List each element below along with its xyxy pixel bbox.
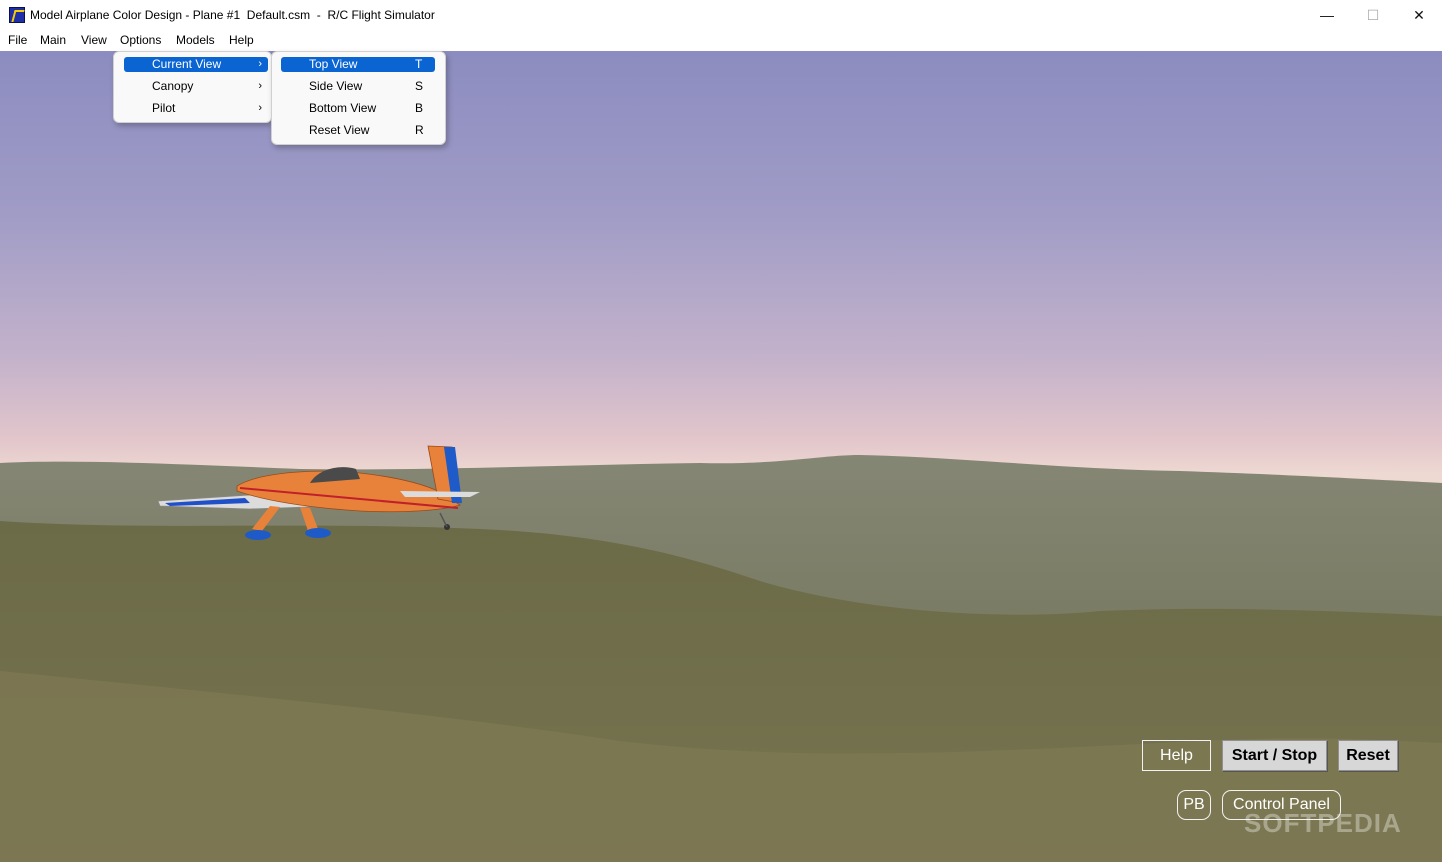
menu-item-label: Top View	[309, 57, 358, 71]
menu-item-label: Bottom View	[309, 101, 377, 115]
simulator-viewport[interactable]: Help Start / Stop Reset PB Control Panel	[0, 51, 1442, 862]
current-view-submenu: Top View T Side View S Bottom View B Res…	[271, 51, 446, 145]
options-item-current-view[interactable]: Current View ›	[124, 57, 268, 72]
options-item-pilot[interactable]: Pilot ›	[124, 101, 268, 116]
menu-item-shortcut: S	[415, 79, 424, 93]
view-item-reset[interactable]: Reset View R	[281, 123, 435, 138]
menu-item-shortcut: B	[415, 101, 424, 115]
menu-item-shortcut: T	[415, 57, 423, 71]
menu-item-label: Pilot	[152, 101, 176, 115]
menu-item-label: Current View	[152, 57, 222, 71]
menu-item-label: Reset View	[309, 123, 370, 137]
menu-models[interactable]: Models	[176, 33, 215, 47]
softpedia-watermark: SOFTPEDIA	[1244, 808, 1402, 838]
menu-item-shortcut: R	[415, 123, 424, 137]
menu-item-label: Side View	[309, 79, 363, 93]
options-menu: Current View › Canopy › Pilot ›	[113, 51, 272, 123]
chevron-right-icon: ›	[258, 80, 262, 92]
window-title: Model Airplane Color Design - Plane #1 D…	[30, 8, 435, 22]
close-button[interactable]: ✕	[1396, 0, 1442, 30]
chevron-right-icon: ›	[258, 58, 262, 70]
reset-button[interactable]: Reset	[1338, 740, 1398, 771]
minimize-button[interactable]: —	[1304, 0, 1350, 30]
menu-file[interactable]: File	[8, 33, 27, 47]
menu-item-label: Canopy	[152, 79, 194, 93]
app-plane-icon[interactable]	[9, 7, 25, 23]
chevron-right-icon: ›	[258, 102, 262, 114]
menu-view[interactable]: View	[81, 33, 107, 47]
view-item-top[interactable]: Top View T	[281, 57, 435, 72]
options-item-canopy[interactable]: Canopy ›	[124, 79, 268, 94]
help-button[interactable]: Help	[1142, 740, 1211, 771]
pb-button[interactable]: PB	[1177, 790, 1211, 820]
start-stop-button[interactable]: Start / Stop	[1222, 740, 1327, 771]
view-item-side[interactable]: Side View S	[281, 79, 435, 94]
view-item-bottom[interactable]: Bottom View B	[281, 101, 435, 116]
menu-help[interactable]: Help	[229, 33, 254, 47]
maximize-button[interactable]: ☐	[1350, 0, 1396, 30]
menu-bar: File Main View Options Models Help	[0, 30, 1442, 52]
menu-options[interactable]: Options	[120, 33, 161, 47]
title-bar: Model Airplane Color Design - Plane #1 D…	[0, 0, 1442, 30]
menu-main[interactable]: Main	[40, 33, 66, 47]
